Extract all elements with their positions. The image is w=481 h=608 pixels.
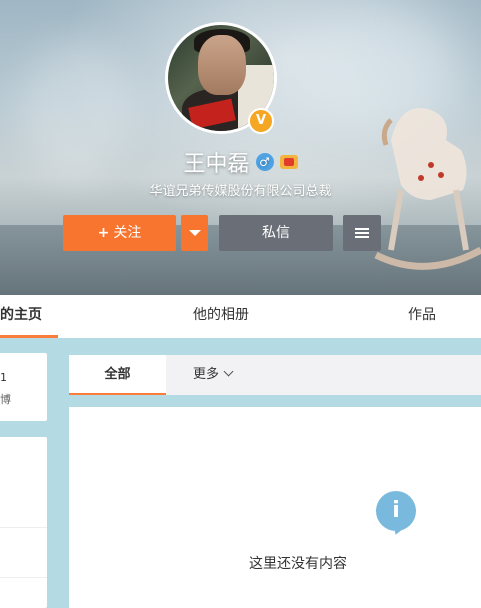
stats-value: 1 [0, 371, 7, 384]
filter-more-dropdown[interactable]: 更多 [193, 355, 234, 395]
filter-more-label: 更多 [193, 367, 220, 382]
message-button[interactable]: 私信 [219, 215, 333, 251]
caret-down-icon [188, 230, 201, 236]
profile-tabs: 他的主页 他的相册 作品 [0, 295, 481, 338]
tab-album[interactable]: 他的相册 [180, 295, 262, 338]
profile-cover: V 王中磊 ♂ 华谊兄弟传媒股份有限公司总裁 + 关注 私信 [0, 0, 481, 295]
divider [0, 527, 47, 528]
info-card [0, 437, 47, 608]
tab-works[interactable]: 作品 [400, 295, 444, 338]
feed-content: i [69, 407, 481, 608]
filter-all-tab[interactable]: 全部 [69, 355, 166, 395]
info-icon: i [376, 491, 416, 531]
vip-badge-icon[interactable] [279, 155, 298, 169]
feed-filter-bar: 全部 更多 [69, 355, 481, 395]
stats-label[interactable]: 博 [0, 391, 11, 407]
verified-v-icon: V [248, 108, 274, 134]
empty-state-text: 这里还没有内容 [249, 556, 347, 572]
profile-name: 王中磊 [183, 152, 250, 177]
plus-icon: + [97, 225, 110, 241]
stats-card: 1 博 [0, 353, 47, 421]
follow-dropdown-button[interactable] [181, 215, 208, 251]
profile-title: 华谊兄弟传媒股份有限公司总裁 [149, 184, 332, 199]
tab-home[interactable]: 他的主页 [0, 295, 58, 338]
profile-name-row: 王中磊 ♂ [0, 146, 481, 178]
male-icon: ♂ [255, 153, 274, 171]
chevron-down-icon [223, 366, 234, 377]
menu-icon [355, 228, 369, 238]
more-menu-button[interactable] [343, 215, 381, 251]
follow-label: 关注 [113, 225, 142, 241]
follow-button[interactable]: + 关注 [63, 215, 176, 251]
divider [0, 577, 47, 578]
